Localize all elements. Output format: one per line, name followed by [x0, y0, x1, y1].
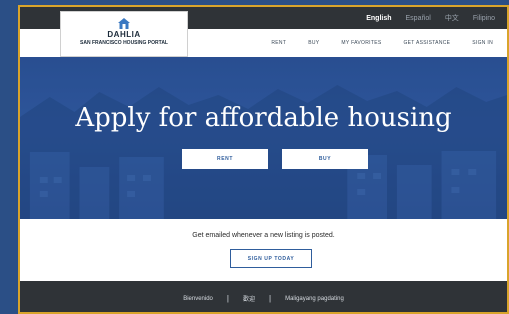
logo-name: DAHLIA: [107, 30, 141, 39]
footer-welcome-bar: Bienvenido | 歡迎 | Maligayang pagdating: [20, 281, 507, 312]
nav-links: RENT BUY MY FAVORITES GET ASSISTANCE SIG…: [271, 29, 493, 57]
nav-my-favorites[interactable]: MY FAVORITES: [341, 40, 381, 46]
navbar: DAHLIA SAN FRANCISCO HOUSING PORTAL RENT…: [20, 11, 507, 58]
footer-welcome-chinese[interactable]: 歡迎: [243, 294, 255, 303]
footer-welcome-spanish[interactable]: Bienvenido: [183, 296, 213, 302]
rent-button[interactable]: RENT: [182, 149, 268, 169]
logo[interactable]: DAHLIA SAN FRANCISCO HOUSING PORTAL: [60, 11, 188, 57]
house-icon: [118, 18, 130, 29]
footer-separator: |: [226, 294, 229, 303]
language-espanol[interactable]: Español: [406, 15, 431, 22]
nav-sign-in[interactable]: SIGN IN: [472, 40, 493, 46]
nav-rent[interactable]: RENT: [271, 40, 286, 46]
signup-text: Get emailed whenever a new listing is po…: [192, 232, 335, 239]
logo-subtitle: SAN FRANCISCO HOUSING PORTAL: [80, 40, 168, 46]
nav-get-assistance[interactable]: GET ASSISTANCE: [403, 40, 450, 46]
language-english[interactable]: English: [366, 15, 391, 22]
signup-section: Get emailed whenever a new listing is po…: [20, 219, 507, 281]
hero-banner: Apply for affordable housing RENT BUY: [20, 57, 507, 219]
footer-welcome-filipino[interactable]: Maligayang pagdating: [285, 296, 344, 302]
language-chinese[interactable]: 中文: [445, 13, 459, 23]
sign-up-button[interactable]: SIGN UP TODAY: [230, 249, 312, 268]
buy-button[interactable]: BUY: [282, 149, 368, 169]
nav-buy[interactable]: BUY: [308, 40, 319, 46]
city-background-image: [20, 57, 507, 219]
footer-separator: |: [269, 294, 272, 303]
hero-title: Apply for affordable housing: [75, 103, 452, 133]
browser-frame: English Español 中文 Filipino DAHLIA SAN F…: [18, 5, 509, 314]
language-filipino[interactable]: Filipino: [473, 15, 495, 22]
